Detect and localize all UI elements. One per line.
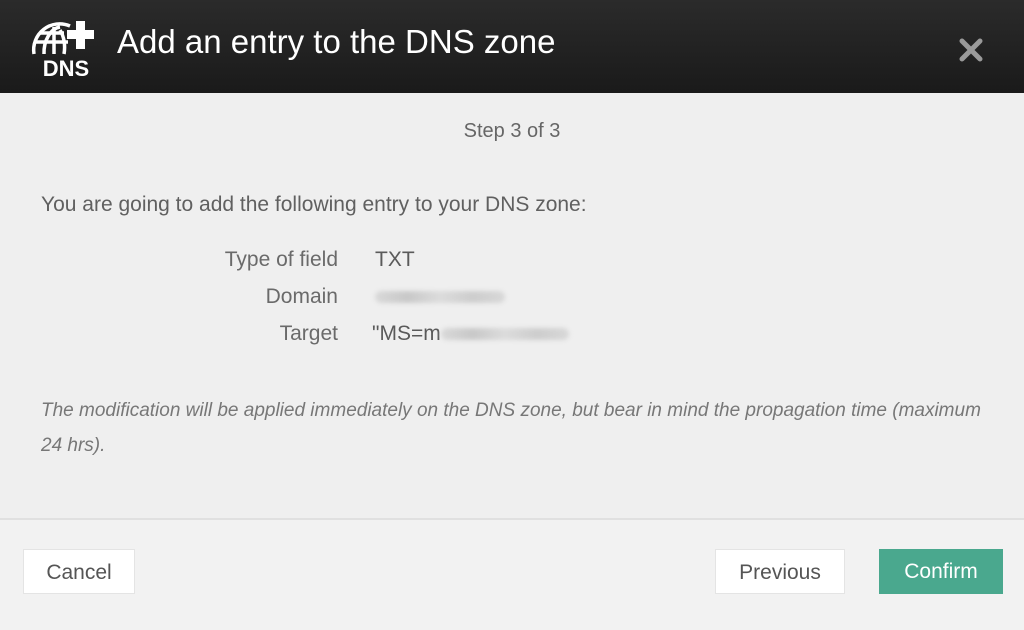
previous-button[interactable]: Previous — [715, 549, 845, 594]
target-prefix: "MS=m — [372, 322, 441, 345]
type-label: Type of field — [224, 248, 338, 271]
intro-text: You are going to add the following entry… — [41, 193, 587, 216]
dialog-header: DNS Add an entry to the DNS zone — [0, 0, 1024, 93]
dialog-body: Step 3 of 3 You are going to add the fol… — [0, 93, 1024, 518]
step-indicator: Step 3 of 3 — [463, 120, 561, 142]
type-value: TXT — [375, 248, 415, 271]
cancel-button[interactable]: Cancel — [23, 549, 135, 594]
propagation-note: The modification will be applied immedia… — [41, 400, 981, 456]
redacted-domain — [375, 291, 505, 304]
confirm-button[interactable]: Confirm — [879, 549, 1003, 594]
domain-label: Domain — [265, 285, 338, 308]
redacted-target — [440, 328, 569, 341]
entry-row-type: Type of field TXT — [0, 248, 1024, 278]
domain-value — [375, 285, 505, 309]
target-value: "MS=m — [372, 322, 569, 346]
entry-row-target: Target "MS=m — [0, 322, 1024, 352]
target-label: Target — [279, 322, 338, 345]
entry-row-domain: Domain — [0, 285, 1024, 315]
dns-logo-text: DNS — [43, 56, 89, 80]
dns-globe-icon: DNS — [31, 21, 94, 80]
dialog-title: Add an entry to the DNS zone — [117, 23, 556, 60]
close-icon[interactable] — [954, 33, 988, 67]
dialog-footer: Cancel Previous Confirm — [0, 518, 1024, 630]
